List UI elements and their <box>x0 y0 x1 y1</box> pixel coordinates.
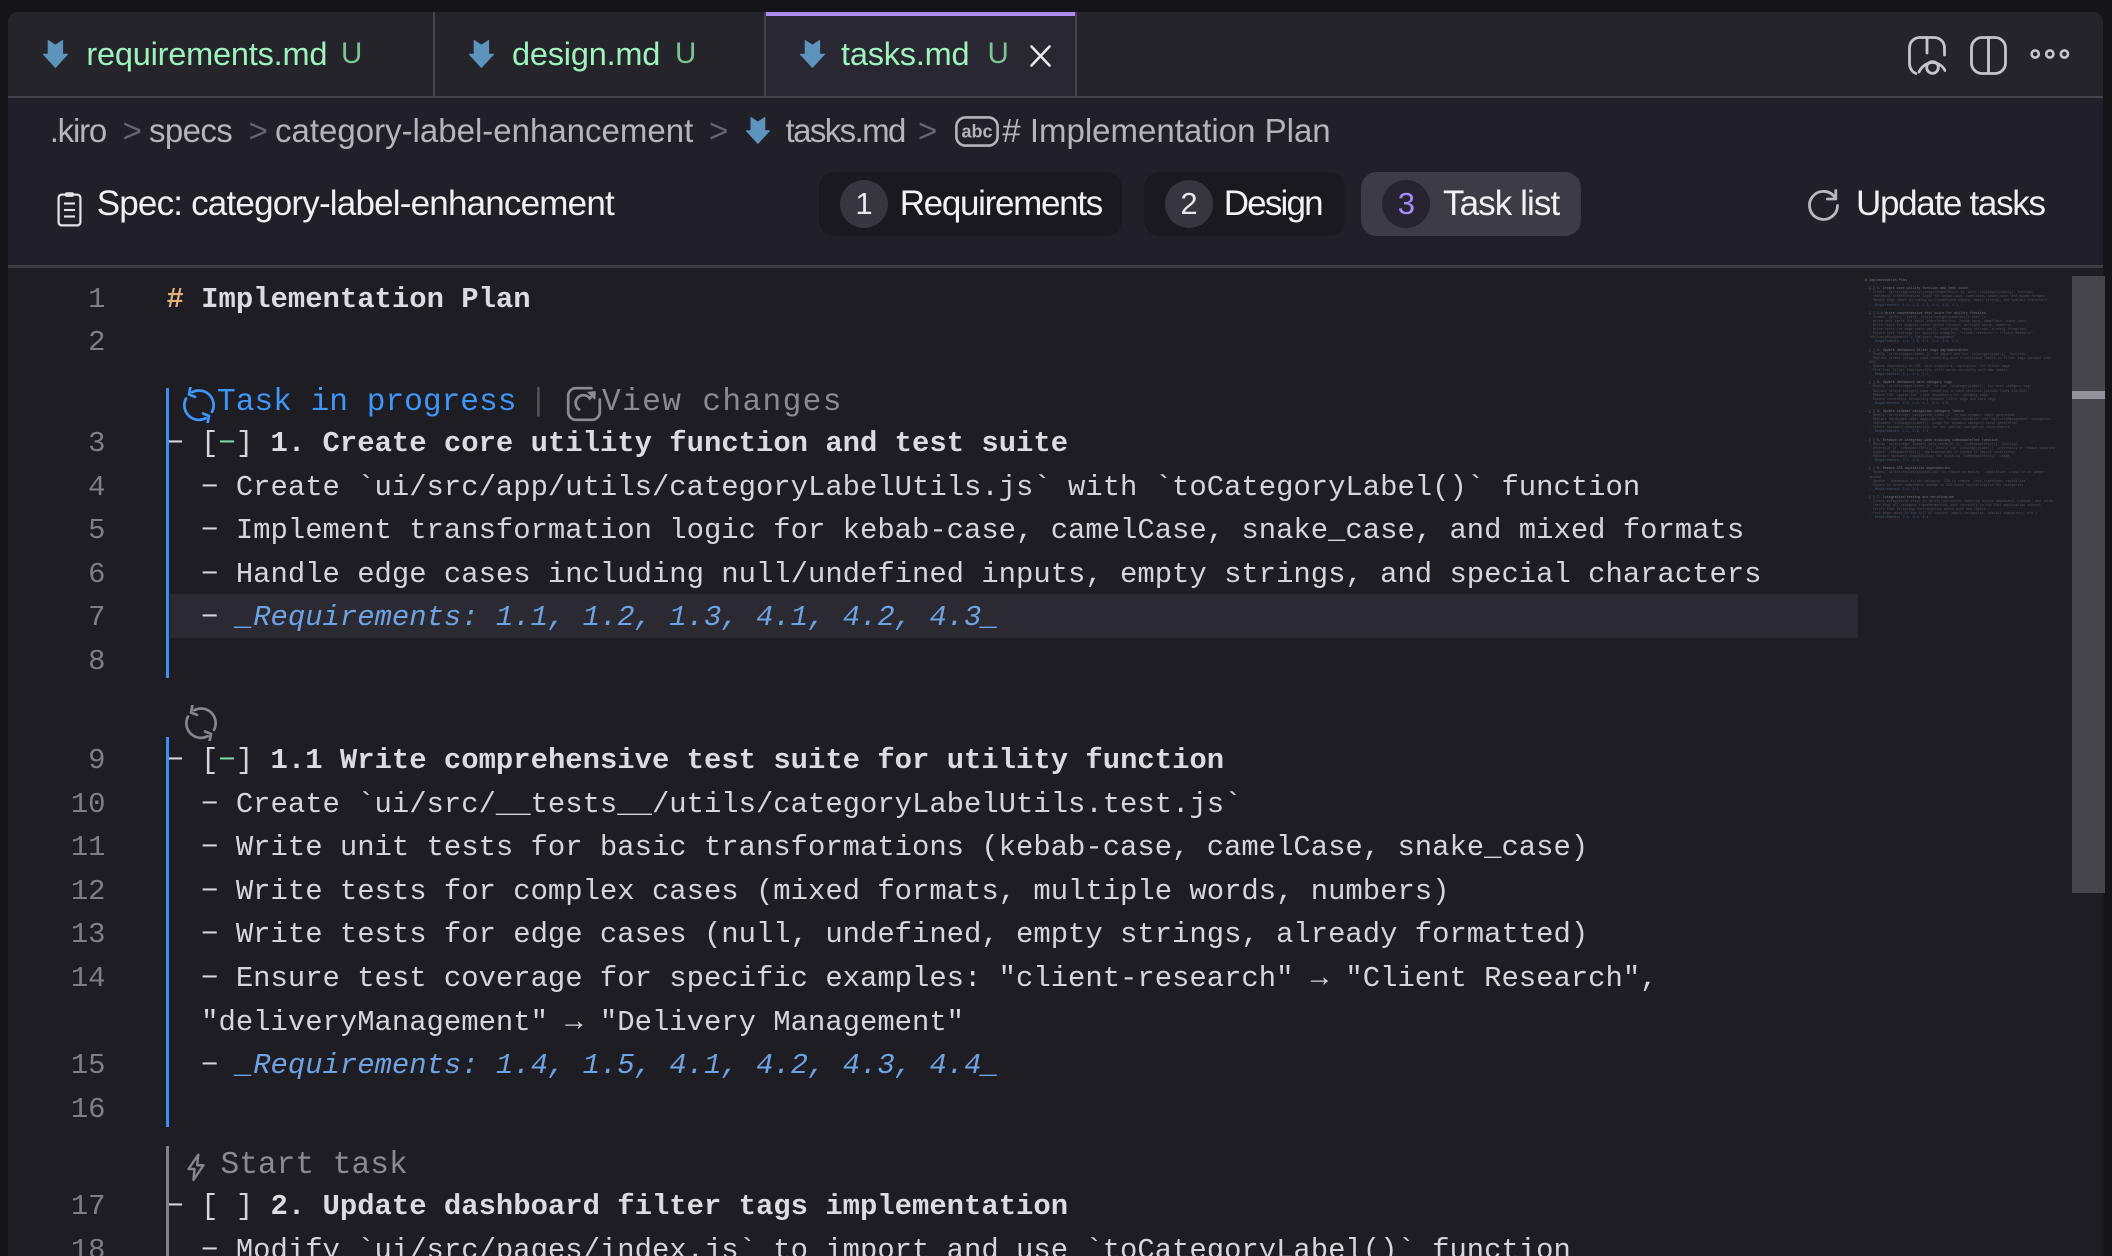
svg-text:abc: abc <box>961 122 992 142</box>
